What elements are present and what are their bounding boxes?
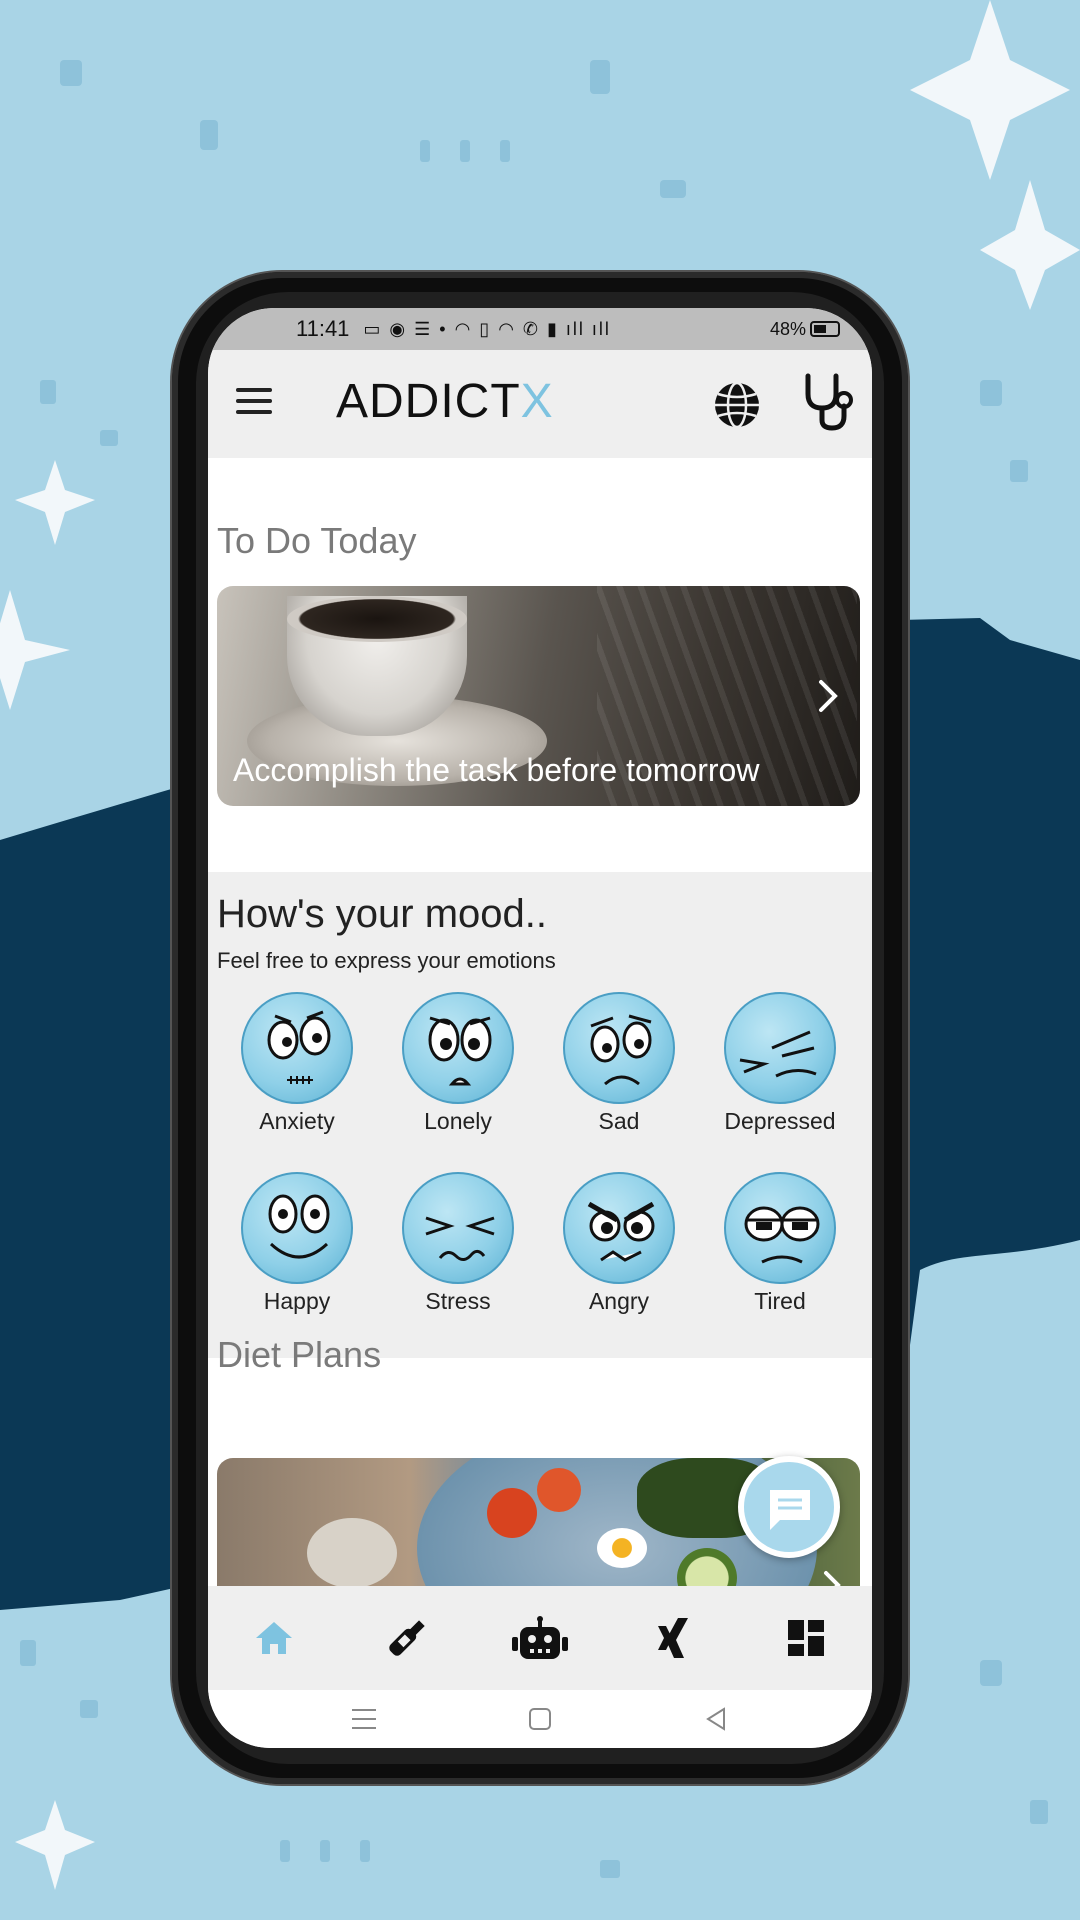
chevron-right-icon[interactable] xyxy=(817,678,839,714)
brand-main: ADDICT xyxy=(336,375,521,428)
brand-accent: X xyxy=(520,375,554,428)
mood-label: Anxiety xyxy=(259,1108,335,1134)
diet-title: Diet Plans xyxy=(217,1334,382,1375)
mood-angry[interactable]: Angry xyxy=(549,1172,689,1315)
egg-image xyxy=(597,1528,647,1568)
mood-title: How's your mood.. xyxy=(217,892,547,936)
mood-lonely[interactable]: Lonely xyxy=(388,992,528,1135)
nav-dashboard[interactable] xyxy=(776,1608,836,1668)
mood-label: Angry xyxy=(588,1288,650,1314)
mood-label: Sad xyxy=(598,1108,640,1134)
recents-button[interactable] xyxy=(344,1699,384,1739)
system-navigation xyxy=(208,1690,872,1748)
status-bar: 11:41 ▭ ◉ ☰ • ◠ ▯ ◠ ✆ ▮ ıll ıll 48% xyxy=(208,308,872,350)
mood-label: Tired xyxy=(754,1288,806,1314)
mood-label: Depressed xyxy=(724,1108,836,1134)
app-bar: ADDICTX xyxy=(208,350,872,458)
spice-bowl-image xyxy=(307,1518,397,1586)
stethoscope-icon[interactable] xyxy=(800,372,856,432)
tomato-image xyxy=(487,1488,537,1538)
mood-tired[interactable]: Tired xyxy=(710,1172,850,1315)
nav-bottle[interactable] xyxy=(377,1608,437,1668)
mood-stress[interactable]: Stress xyxy=(388,1172,528,1315)
nav-home[interactable] xyxy=(244,1608,304,1668)
app-brand: ADDICTX xyxy=(336,374,554,429)
back-button[interactable] xyxy=(696,1699,736,1739)
mood-label: Happy xyxy=(263,1288,331,1314)
battery-indicator: 48% xyxy=(770,319,840,340)
sad-face-icon xyxy=(563,992,675,1104)
anxiety-face-icon xyxy=(241,992,353,1104)
angry-face-icon xyxy=(563,1172,675,1284)
todo-title: To Do Today xyxy=(217,520,417,561)
nav-xing[interactable] xyxy=(643,1608,703,1668)
mood-subtitle: Feel free to express your emotions xyxy=(217,948,556,973)
home-system-button[interactable] xyxy=(520,1699,560,1739)
status-time: 11:41 xyxy=(296,316,350,341)
tired-face-icon xyxy=(724,1172,836,1284)
stress-face-icon xyxy=(402,1172,514,1284)
dashboard-icon xyxy=(787,1620,824,1656)
todo-card[interactable]: Accomplish the task before tomorrow xyxy=(217,586,860,806)
chat-button[interactable] xyxy=(738,1456,840,1558)
status-icons: ▭ ◉ ☰ • ◠ ▯ ◠ ✆ ▮ ıll ıll xyxy=(363,318,611,339)
battery-percent: 48% xyxy=(769,318,806,339)
battery-icon xyxy=(810,321,840,337)
coffee-cup-image xyxy=(287,596,467,736)
home-content: To Do Today Accomplish the task before t… xyxy=(208,458,872,1586)
mood-happy[interactable]: Happy xyxy=(227,1172,367,1315)
mood-label: Lonely xyxy=(424,1108,492,1134)
chevron-right-icon[interactable] xyxy=(823,1570,841,1586)
happy-face-icon xyxy=(241,1172,353,1284)
bottle-icon xyxy=(389,1620,425,1656)
tomato-image xyxy=(537,1468,581,1512)
depressed-face-icon xyxy=(724,992,836,1104)
lonely-face-icon xyxy=(402,992,514,1104)
todo-caption: Accomplish the task before tomorrow xyxy=(233,752,760,788)
xing-icon xyxy=(657,1618,688,1658)
app-screen: 11:41 ▭ ◉ ☰ • ◠ ▯ ◠ ✆ ▮ ıll ıll 48% ADDI… xyxy=(208,308,872,1748)
mood-anxiety[interactable]: Anxiety xyxy=(227,992,367,1135)
recents-icon xyxy=(352,1709,376,1729)
chat-icon xyxy=(770,1490,810,1530)
home-icon xyxy=(256,1622,293,1654)
mood-sad[interactable]: Sad xyxy=(549,992,689,1135)
menu-icon[interactable] xyxy=(236,388,272,418)
back-triangle-icon xyxy=(706,1707,725,1731)
mood-section: How's your mood.. Feel free to express y… xyxy=(208,872,872,1358)
mood-depressed[interactable]: Depressed xyxy=(710,992,850,1135)
robot-icon xyxy=(511,1616,568,1659)
globe-icon[interactable] xyxy=(712,380,762,430)
bottom-navigation xyxy=(208,1586,872,1690)
nav-robot[interactable] xyxy=(510,1608,570,1668)
mood-label: Stress xyxy=(425,1288,491,1314)
square-icon xyxy=(529,1708,551,1730)
